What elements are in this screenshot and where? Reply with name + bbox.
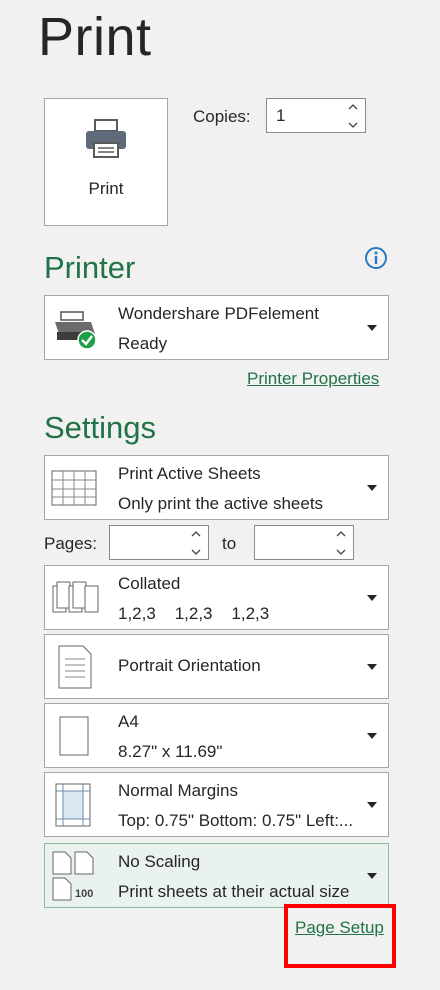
printer-section-title: Printer	[44, 250, 136, 285]
printer-dropdown[interactable]: Wondershare PDFelement Ready	[44, 295, 389, 360]
portrait-page-icon	[58, 645, 92, 689]
print-button-label: Print	[88, 179, 124, 198]
chevron-down-icon	[367, 802, 377, 808]
active-sheets-title: Print Active Sheets	[118, 464, 261, 483]
scaling-subtitle: Print sheets at their actual size	[118, 882, 350, 901]
stepper-arrows-icon[interactable]	[347, 101, 359, 131]
paper-size-dropdown[interactable]: A4 8.27" x 11.69"	[44, 703, 389, 768]
collation-title: Collated	[118, 574, 181, 593]
margins-dropdown[interactable]: Normal Margins Top: 0.75" Bottom: 0.75" …	[44, 772, 389, 837]
paper-size-title: A4	[118, 712, 139, 731]
margins-title: Normal Margins	[118, 781, 238, 800]
printer-properties-link[interactable]: Printer Properties	[247, 369, 379, 389]
stepper-arrows-icon[interactable]	[190, 528, 202, 558]
no-scaling-icon: 100	[52, 851, 94, 901]
collated-pages-icon	[52, 581, 99, 613]
collation-subtitle: 1,2,3 1,2,3 1,2,3	[118, 604, 270, 623]
pages-from-stepper[interactable]	[109, 525, 209, 560]
pages-to-stepper[interactable]	[254, 525, 354, 560]
info-icon[interactable]	[364, 246, 388, 270]
stepper-arrows-icon[interactable]	[335, 528, 347, 558]
printer-ready-icon	[55, 311, 97, 350]
chevron-down-icon	[367, 664, 377, 670]
sheet-grid-icon	[51, 470, 97, 506]
print-button[interactable]: Print	[44, 98, 168, 226]
margins-subtitle: Top: 0.75" Bottom: 0.75" Left:...	[118, 811, 354, 830]
paper-size-subtitle: 8.27" x 11.69"	[118, 742, 223, 761]
page-title: Print	[38, 7, 152, 67]
scaling-title: No Scaling	[118, 852, 201, 871]
active-sheets-subtitle: Only print the active sheets	[118, 494, 324, 513]
chevron-down-icon	[367, 485, 377, 491]
scaling-dropdown[interactable]: 100 No Scaling Print sheets at their act…	[44, 843, 389, 908]
printer-status: Ready	[118, 334, 168, 353]
pages-label: Pages:	[44, 534, 97, 553]
chevron-down-icon	[367, 873, 377, 879]
chevron-down-icon	[367, 595, 377, 601]
settings-section-title: Settings	[44, 410, 157, 445]
printer-icon	[86, 119, 126, 158]
scaling-100-label: 100	[75, 888, 93, 900]
chevron-down-icon	[367, 733, 377, 739]
copies-stepper[interactable]: 1	[266, 98, 366, 133]
printer-name: Wondershare PDFelement	[118, 304, 319, 323]
copies-value: 1	[276, 106, 286, 125]
print-active-sheets-dropdown[interactable]: Print Active Sheets Only print the activ…	[44, 455, 389, 520]
orientation-title: Portrait Orientation	[118, 656, 261, 675]
copies-label: Copies:	[193, 107, 251, 126]
orientation-dropdown[interactable]: Portrait Orientation	[44, 634, 389, 699]
chevron-down-icon	[367, 325, 377, 331]
margins-icon	[55, 783, 91, 827]
highlight-box	[284, 904, 396, 968]
collation-dropdown[interactable]: Collated 1,2,3 1,2,3 1,2,3	[44, 565, 389, 630]
paper-size-icon	[59, 716, 89, 756]
pages-to-label: to	[222, 534, 237, 553]
